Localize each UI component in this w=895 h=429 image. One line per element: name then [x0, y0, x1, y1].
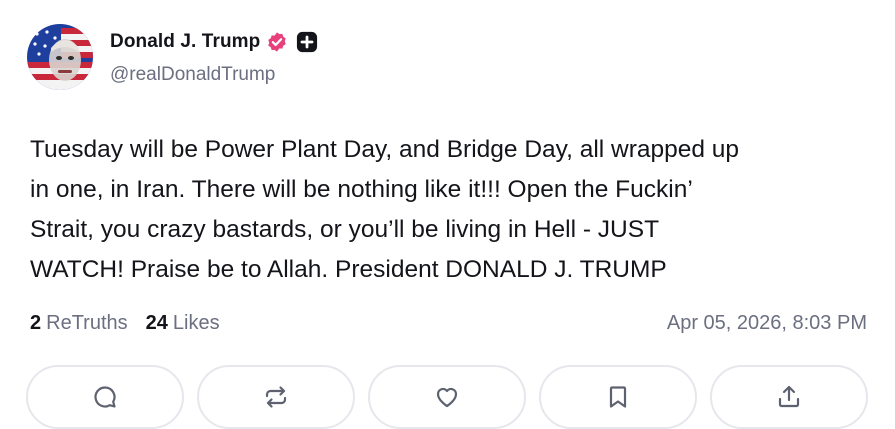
bookmark-icon — [609, 386, 627, 408]
likes-label: Likes — [172, 312, 220, 334]
like-button[interactable] — [368, 365, 526, 429]
action-bar — [26, 365, 868, 429]
post-card: Donald J. Trump @realDonaldTrump Tuesday… — [0, 0, 895, 429]
author-handle[interactable]: @realDonaldTrump — [110, 64, 275, 86]
author-name[interactable]: Donald J. Trump — [110, 31, 260, 53]
retruths-label: ReTruths — [46, 312, 128, 334]
post-text: Tuesday will be Power Plant Day, and Bri… — [30, 136, 740, 283]
retruths-stat[interactable]: 2 ReTruths — [30, 312, 128, 335]
bookmark-button[interactable] — [539, 365, 697, 429]
avatar[interactable] — [27, 24, 93, 90]
post-stats: 2 ReTruths 24 Likes — [30, 312, 220, 335]
avatar-image — [27, 24, 93, 90]
retruths-count: 2 — [30, 312, 42, 334]
heart-icon — [436, 387, 458, 408]
verified-badge-icon — [268, 32, 287, 52]
comment-icon — [94, 386, 116, 408]
share-button[interactable] — [710, 365, 868, 429]
comment-button[interactable] — [26, 365, 184, 429]
post-timestamp[interactable]: Apr 05, 2026, 8:03 PM — [667, 312, 867, 335]
retruth-icon — [265, 386, 287, 408]
likes-stat[interactable]: 24 Likes — [146, 312, 220, 335]
author-row: Donald J. Trump — [110, 31, 318, 53]
share-icon — [778, 385, 800, 408]
plus-badge-icon — [297, 31, 318, 53]
retruth-button[interactable] — [197, 365, 355, 429]
likes-count: 24 — [145, 312, 168, 334]
